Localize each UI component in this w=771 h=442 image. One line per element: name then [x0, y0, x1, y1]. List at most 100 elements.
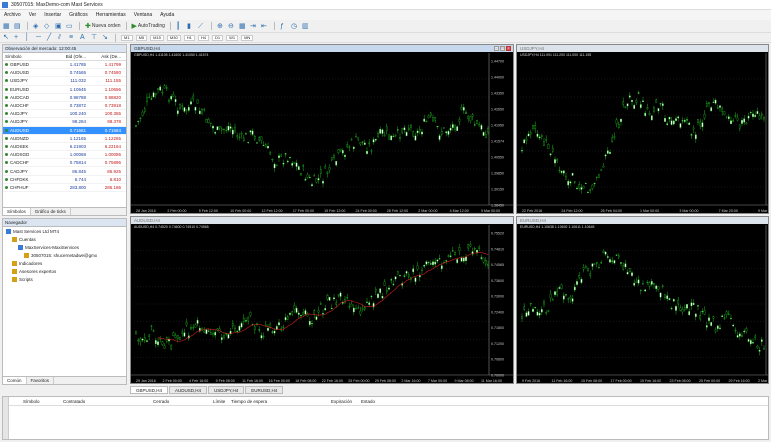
horizontal-line-button[interactable]: ─	[36, 34, 44, 42]
line-chart-button[interactable]: ⟋	[198, 22, 206, 30]
label-button[interactable]: ⊤	[91, 34, 99, 42]
timeframe-d1[interactable]: D1	[211, 34, 224, 41]
market-watch-row[interactable]: CADCHF 0.75814 0.75896	[3, 159, 126, 168]
menu-herramientas[interactable]: Herramientas	[96, 12, 126, 18]
data-window-button[interactable]: ◇	[44, 22, 52, 30]
column-expiration[interactable]: Expiración	[331, 399, 361, 404]
market-watch-row[interactable]: AUDCAD 0.98788 0.98820	[3, 94, 126, 102]
column-wait-time[interactable]: Tiempo de espera	[231, 399, 331, 404]
navigator-item[interactable]: Indicadores	[3, 259, 126, 267]
market-watch-row[interactable]: AUDUSD 0.74565 0.74580	[3, 69, 126, 78]
profiles-button[interactable]: ▤	[14, 22, 22, 30]
navigator-item[interactable]: Cuentas	[3, 235, 126, 243]
chart-window-eurusd[interactable]: 9 Feb 2016 11 Feb 16:00 15 Feb 08:00 17 Feb…	[516, 216, 769, 384]
timeframe-m1[interactable]: M1	[121, 34, 133, 41]
market-watch-row[interactable]: CADJPY 86.845 86.925	[3, 167, 126, 176]
new-chart-button[interactable]: ▦	[3, 22, 11, 30]
market-watch-row[interactable]: AUDSEK 6.21903 6.22164	[3, 143, 126, 152]
market-watch-row[interactable]: AUDUSD 0.71561 0.71584	[3, 126, 126, 135]
tab-favorites[interactable]: Favoritos	[27, 377, 55, 384]
menu-ver[interactable]: Ver	[29, 12, 37, 18]
column-closed[interactable]: Cerrado	[153, 399, 213, 404]
vertical-line-button[interactable]: │	[25, 34, 33, 42]
timeframe-mn[interactable]: MN	[241, 34, 254, 41]
column-status[interactable]: Estado	[361, 399, 391, 404]
market-watch-row[interactable]: GBPUSD 1.41785 1.41799	[3, 61, 126, 70]
column-ask[interactable]: Ask (De...	[88, 54, 123, 59]
chart-shift-button[interactable]: ⇤	[261, 22, 269, 30]
tab-common[interactable]: Común	[3, 377, 27, 384]
tab-tick-chart[interactable]: Gráfico de ticks	[31, 208, 71, 215]
periods-button[interactable]: ◷	[291, 22, 299, 30]
indicators-icon: ƒ	[279, 22, 284, 30]
navigator-item[interactable]: Scripts	[3, 275, 126, 283]
market-watch-button[interactable]: ◈	[33, 22, 41, 30]
chart-canvas-gbpusd[interactable]: 1.44700 1.44000 1.43350 1.42650 1.41950 1.415…	[131, 45, 514, 214]
text-button[interactable]: A	[80, 34, 88, 42]
chart-tab-eurusd[interactable]: EURUSD,H4	[245, 386, 284, 394]
menu-graficos[interactable]: Gráficos	[69, 12, 88, 18]
candle-body	[141, 338, 144, 341]
chart-tab-audusd[interactable]: AUDUSD,H4	[169, 386, 208, 394]
zoom-in-button[interactable]: ⊕	[217, 22, 225, 30]
market-watch-row[interactable]: CHFHUF 283.800 285.186	[3, 184, 126, 192]
market-watch-row[interactable]: AUDSGD 1.00068 1.00086	[3, 151, 126, 160]
market-watch-row[interactable]: USDJPY 111.032 111.155	[3, 77, 126, 86]
market-watch-row[interactable]: CHFDKK 6.744 6.810	[3, 176, 126, 184]
maximize-button[interactable]: □	[500, 46, 505, 51]
market-watch-row[interactable]: AUDNZD 1.12165 1.12265	[3, 135, 126, 143]
terminal-side-handle[interactable]	[3, 397, 9, 439]
auto-scroll-button[interactable]: ⇥	[250, 22, 258, 30]
tab-symbols[interactable]: Símbolos	[3, 208, 31, 215]
indicators-button[interactable]: ƒ	[280, 22, 288, 30]
timeframe-w1[interactable]: W1	[226, 34, 239, 41]
market-watch-row[interactable]: AUDCHF 0.73872 0.73918	[3, 102, 126, 111]
trendline-button[interactable]: ╱	[47, 34, 55, 42]
bar-chart-button[interactable]: ┃	[176, 22, 184, 30]
timeframe-h1[interactable]: H1	[183, 34, 195, 41]
market-watch-row[interactable]: EURUSD 1.10645 1.10656	[3, 86, 126, 94]
menu-archivo[interactable]: Archivo	[4, 12, 21, 18]
chart-window-audusd[interactable]: 0.75520 0.74810 0.74565 0.73600 0.73000 0.724…	[130, 216, 514, 384]
navigator-item[interactable]: 30507015: shucernetadwe@gmx	[3, 251, 126, 259]
timeframe-m5[interactable]: M5	[135, 34, 148, 41]
chart-tab-gbpusd[interactable]: GBPUSD,H4	[130, 386, 169, 394]
terminal-button[interactable]: ▭	[66, 22, 74, 30]
chart-tab-usdjpy[interactable]: USDJPY,H4	[208, 386, 245, 394]
navigator-item[interactable]: Mast Services Ltd MT4	[3, 227, 126, 235]
crosshair-button[interactable]: +	[14, 34, 22, 42]
menu-insertar[interactable]: Insertar	[44, 12, 61, 18]
zoom-out-button[interactable]: ⊖	[228, 22, 236, 30]
candlestick-button[interactable]: ▮	[187, 22, 195, 30]
column-contracted[interactable]: Contratado	[63, 399, 153, 404]
timeframe-m15[interactable]: M15	[150, 34, 164, 41]
fibonacci-button[interactable]: ≡	[69, 34, 77, 42]
column-bid[interactable]: Bid (Ofe...	[53, 54, 88, 59]
market-watch-row[interactable]: AUDJPY 100.240 100.365	[3, 110, 126, 119]
shapes-button[interactable]: ↘	[102, 34, 110, 42]
templates-button[interactable]: ▥	[302, 22, 310, 30]
autotrading-button[interactable]: ▶ AutoTrading	[132, 22, 165, 30]
navigator-item[interactable]: MaxServices-MaxiServices	[3, 243, 126, 251]
chart-canvas-eurusd[interactable]: 9 Feb 2016 11 Feb 16:00 15 Feb 08:00 17 Feb…	[517, 217, 769, 384]
chart-window-usdjpy[interactable]: 22 Feb 2016 24 Feb 12:00 26 Feb 04:00 1 Mar…	[516, 44, 769, 214]
menu-ventana[interactable]: Ventana	[134, 12, 152, 18]
channel-button[interactable]: ⫽	[58, 34, 66, 42]
minimize-button[interactable]: –	[494, 46, 499, 51]
market-watch-row[interactable]: AUDJPY 98.284 98.378	[3, 118, 126, 127]
chart-canvas-audusd[interactable]: 0.75520 0.74810 0.74565 0.73600 0.73000 0.724…	[131, 217, 514, 384]
navigator-item[interactable]: Asesores expertos	[3, 267, 126, 275]
tile-windows-button[interactable]: ▦	[239, 22, 247, 30]
timeframe-h4[interactable]: H4	[197, 34, 209, 41]
column-limit[interactable]: Límite	[213, 399, 231, 404]
navigator-button[interactable]: ▣	[55, 22, 63, 30]
column-symbol[interactable]: Símbolo	[23, 399, 63, 404]
chart-canvas-usdjpy[interactable]: 22 Feb 2016 24 Feb 12:00 26 Feb 04:00 1 Mar…	[517, 45, 769, 214]
timeframe-m30[interactable]: M30	[166, 34, 181, 41]
chart-window-gbpusd[interactable]: 1.44700 1.44000 1.43350 1.42650 1.41950 1.415…	[130, 44, 514, 214]
column-symbol[interactable]: Símbolo	[3, 54, 53, 59]
menu-ayuda[interactable]: Ayuda	[160, 12, 174, 18]
new-order-button[interactable]: ✚ Nueva orden	[85, 22, 121, 30]
cursor-button[interactable]: ↖	[3, 34, 11, 42]
close-button[interactable]: ×	[506, 46, 511, 51]
